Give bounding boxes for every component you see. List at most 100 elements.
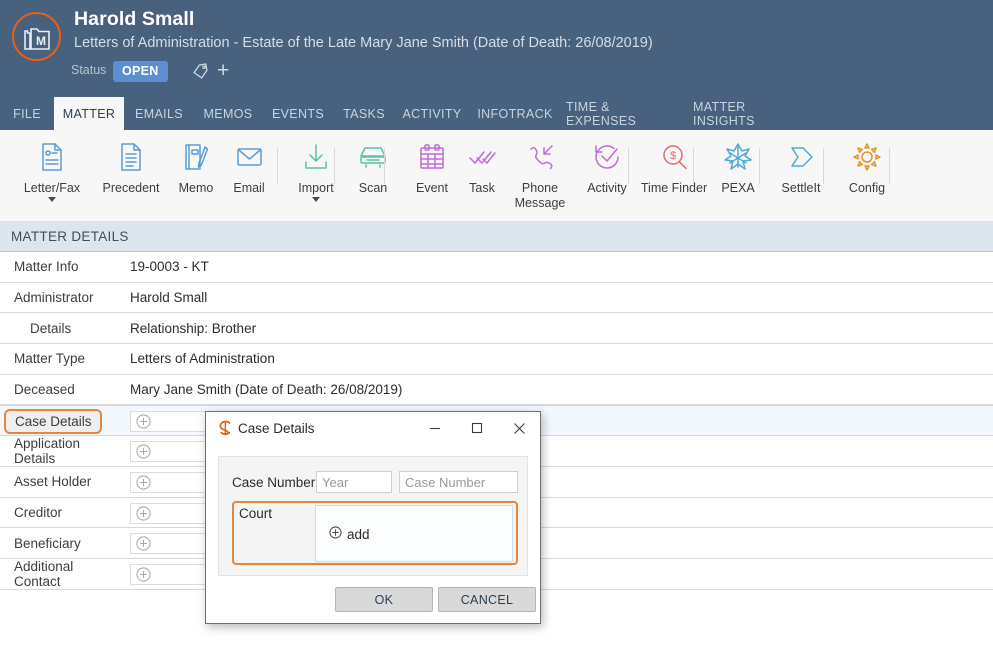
ribbon-separator xyxy=(334,148,335,184)
circle-plus-icon[interactable] xyxy=(136,414,151,434)
memo-icon xyxy=(179,136,213,178)
dialog-title: Case Details xyxy=(238,421,315,436)
row-value: 19-0003 - KT xyxy=(130,259,209,275)
tab-tasks[interactable]: TASKS xyxy=(342,97,386,130)
circle-plus-icon[interactable] xyxy=(136,567,151,587)
pexa-icon xyxy=(721,136,755,178)
case-number-label: Case Number xyxy=(232,475,316,490)
tab-time-expenses[interactable]: TIME & EXPENSES xyxy=(566,97,678,130)
precedent-icon xyxy=(114,136,148,178)
gear-icon xyxy=(850,136,884,178)
ribbon-separator xyxy=(628,148,629,184)
ribbon-button-letter-fax[interactable]: Letter/Fax xyxy=(15,136,89,220)
matter-details-section-title: MATTER DETAILS xyxy=(11,229,129,244)
court-add-button[interactable]: add xyxy=(329,526,370,542)
court-label: Court xyxy=(239,506,273,521)
circle-plus-icon[interactable] xyxy=(136,444,151,464)
tab-infotrack[interactable]: INFOTRACK xyxy=(477,97,552,130)
row-label-administrator: Administrator xyxy=(14,290,94,306)
row-value: Letters of Administration xyxy=(130,351,275,367)
row-label-matter-info: Matter Info xyxy=(14,259,79,275)
minimize-icon[interactable] xyxy=(414,412,456,444)
row-value: Harold Small xyxy=(130,290,208,306)
application-window: M Harold Small Letters of Administration… xyxy=(0,0,993,648)
tab-matter[interactable]: MATTER xyxy=(54,97,124,130)
ribbon-button-label: Letter/Fax xyxy=(23,181,81,195)
court-add-label: add xyxy=(347,526,370,542)
row-label-matter-type: Matter Type xyxy=(14,351,86,367)
circle-plus-icon[interactable] xyxy=(136,505,151,526)
case-number-input[interactable]: Case Number xyxy=(399,471,518,493)
letter-fax-icon xyxy=(35,136,69,178)
matter-detail-row[interactable]: Deceased Mary Jane Smith (Date of Death: … xyxy=(0,375,993,406)
row-label-application-details: Application Details xyxy=(14,435,81,466)
status-label: Status xyxy=(71,63,107,77)
ribbon-button-time-finder[interactable]: $ Time Finder xyxy=(637,136,711,220)
row-label-case-details[interactable]: Case Details xyxy=(4,409,102,435)
row-label-beneficiary: Beneficiary xyxy=(14,535,81,551)
event-icon xyxy=(415,136,449,178)
court-list[interactable]: add xyxy=(315,505,513,562)
ribbon-button-config[interactable]: Config xyxy=(830,136,904,220)
court-group: Court add xyxy=(232,501,518,565)
maximize-icon[interactable] xyxy=(456,412,498,444)
leap-logo-icon xyxy=(218,420,233,441)
ribbon-button-email[interactable]: Email xyxy=(212,136,286,220)
chevron-down-icon[interactable] xyxy=(312,196,320,202)
ribbon-separator xyxy=(277,148,278,184)
tab-activity[interactable]: ACTIVITY xyxy=(402,97,462,130)
tag-icon[interactable] xyxy=(192,61,210,84)
activity-icon xyxy=(590,136,624,178)
ribbon-separator xyxy=(889,148,890,184)
matter-detail-row[interactable]: Administrator Harold Small xyxy=(0,283,993,314)
ribbon-button-phone-message[interactable]: Phone Message xyxy=(503,136,577,220)
row-label-details: Details xyxy=(30,320,72,336)
row-label-creditor: Creditor xyxy=(14,504,63,520)
matter-header: M Harold Small Letters of Administration… xyxy=(0,0,993,97)
tab-memos[interactable]: MEMOS xyxy=(200,97,256,130)
row-label-additional-contact: Additional Contact xyxy=(14,558,74,589)
ribbon-separator xyxy=(823,148,824,184)
add-tag-icon[interactable]: + xyxy=(217,60,229,81)
email-icon xyxy=(232,136,266,178)
matter-detail-row[interactable]: Details Relationship: Brother xyxy=(0,313,993,345)
ok-button[interactable]: OK xyxy=(335,587,433,612)
tab-emails[interactable]: EMAILS xyxy=(132,97,186,130)
circle-plus-icon[interactable] xyxy=(136,536,151,556)
circle-plus-icon[interactable] xyxy=(136,475,151,495)
chevron-down-icon[interactable] xyxy=(48,196,56,202)
matter-subtitle: Letters of Administration - Estate of th… xyxy=(74,35,653,51)
cancel-button[interactable]: CANCEL xyxy=(438,587,536,612)
circle-plus-icon xyxy=(329,526,342,542)
ribbon-button-activity[interactable]: Activity xyxy=(570,136,644,220)
time-finder-icon: $ xyxy=(657,136,691,178)
tab-file[interactable]: FILE xyxy=(8,97,46,130)
ribbon-separator xyxy=(693,148,694,184)
ribbon-button-precedent[interactable]: Precedent xyxy=(94,136,168,220)
matter-detail-row[interactable]: Matter Type Letters of Administration xyxy=(0,344,993,375)
page-title: Harold Small xyxy=(74,8,195,30)
main-tabbar: FILE MATTER EMAILS MEMOS EVENTS TASKS ACTIVITY… xyxy=(0,97,993,130)
matter-folder-icon: M xyxy=(12,12,61,61)
svg-text:$: $ xyxy=(670,150,676,162)
ribbon-toolbar: Letter/Fax Precedent Memo Email Import Scan Ev… xyxy=(0,130,993,222)
dialog-body: Case Number Year Case Number Court add xyxy=(218,456,528,576)
phone-message-icon xyxy=(523,136,557,178)
ribbon-button-settleit[interactable]: SettleIt xyxy=(764,136,838,220)
dialog-titlebar: Case Details xyxy=(206,412,540,444)
ribbon-button-label: Config xyxy=(848,181,886,195)
matter-detail-row[interactable]: Matter Info 19-0003 - KT xyxy=(0,252,993,283)
ribbon-separator xyxy=(384,148,385,184)
tab-matter-insights[interactable]: MATTER INSIGHTS xyxy=(693,97,803,130)
year-input[interactable]: Year xyxy=(316,471,392,493)
settleit-icon xyxy=(784,136,818,178)
status-badge[interactable]: OPEN xyxy=(113,61,168,82)
case-details-dialog: Case Details Case Number Year Case Numbe… xyxy=(205,411,541,624)
svg-text:M: M xyxy=(36,34,46,48)
row-value: Relationship: Brother xyxy=(130,320,257,336)
close-icon[interactable] xyxy=(498,412,540,444)
tab-events[interactable]: EVENTS xyxy=(272,97,324,130)
row-label-deceased: Deceased xyxy=(14,382,75,398)
matter-details-section-header: MATTER DETAILS xyxy=(0,222,993,252)
row-value: Mary Jane Smith (Date of Death: 26/08/20… xyxy=(130,382,403,398)
